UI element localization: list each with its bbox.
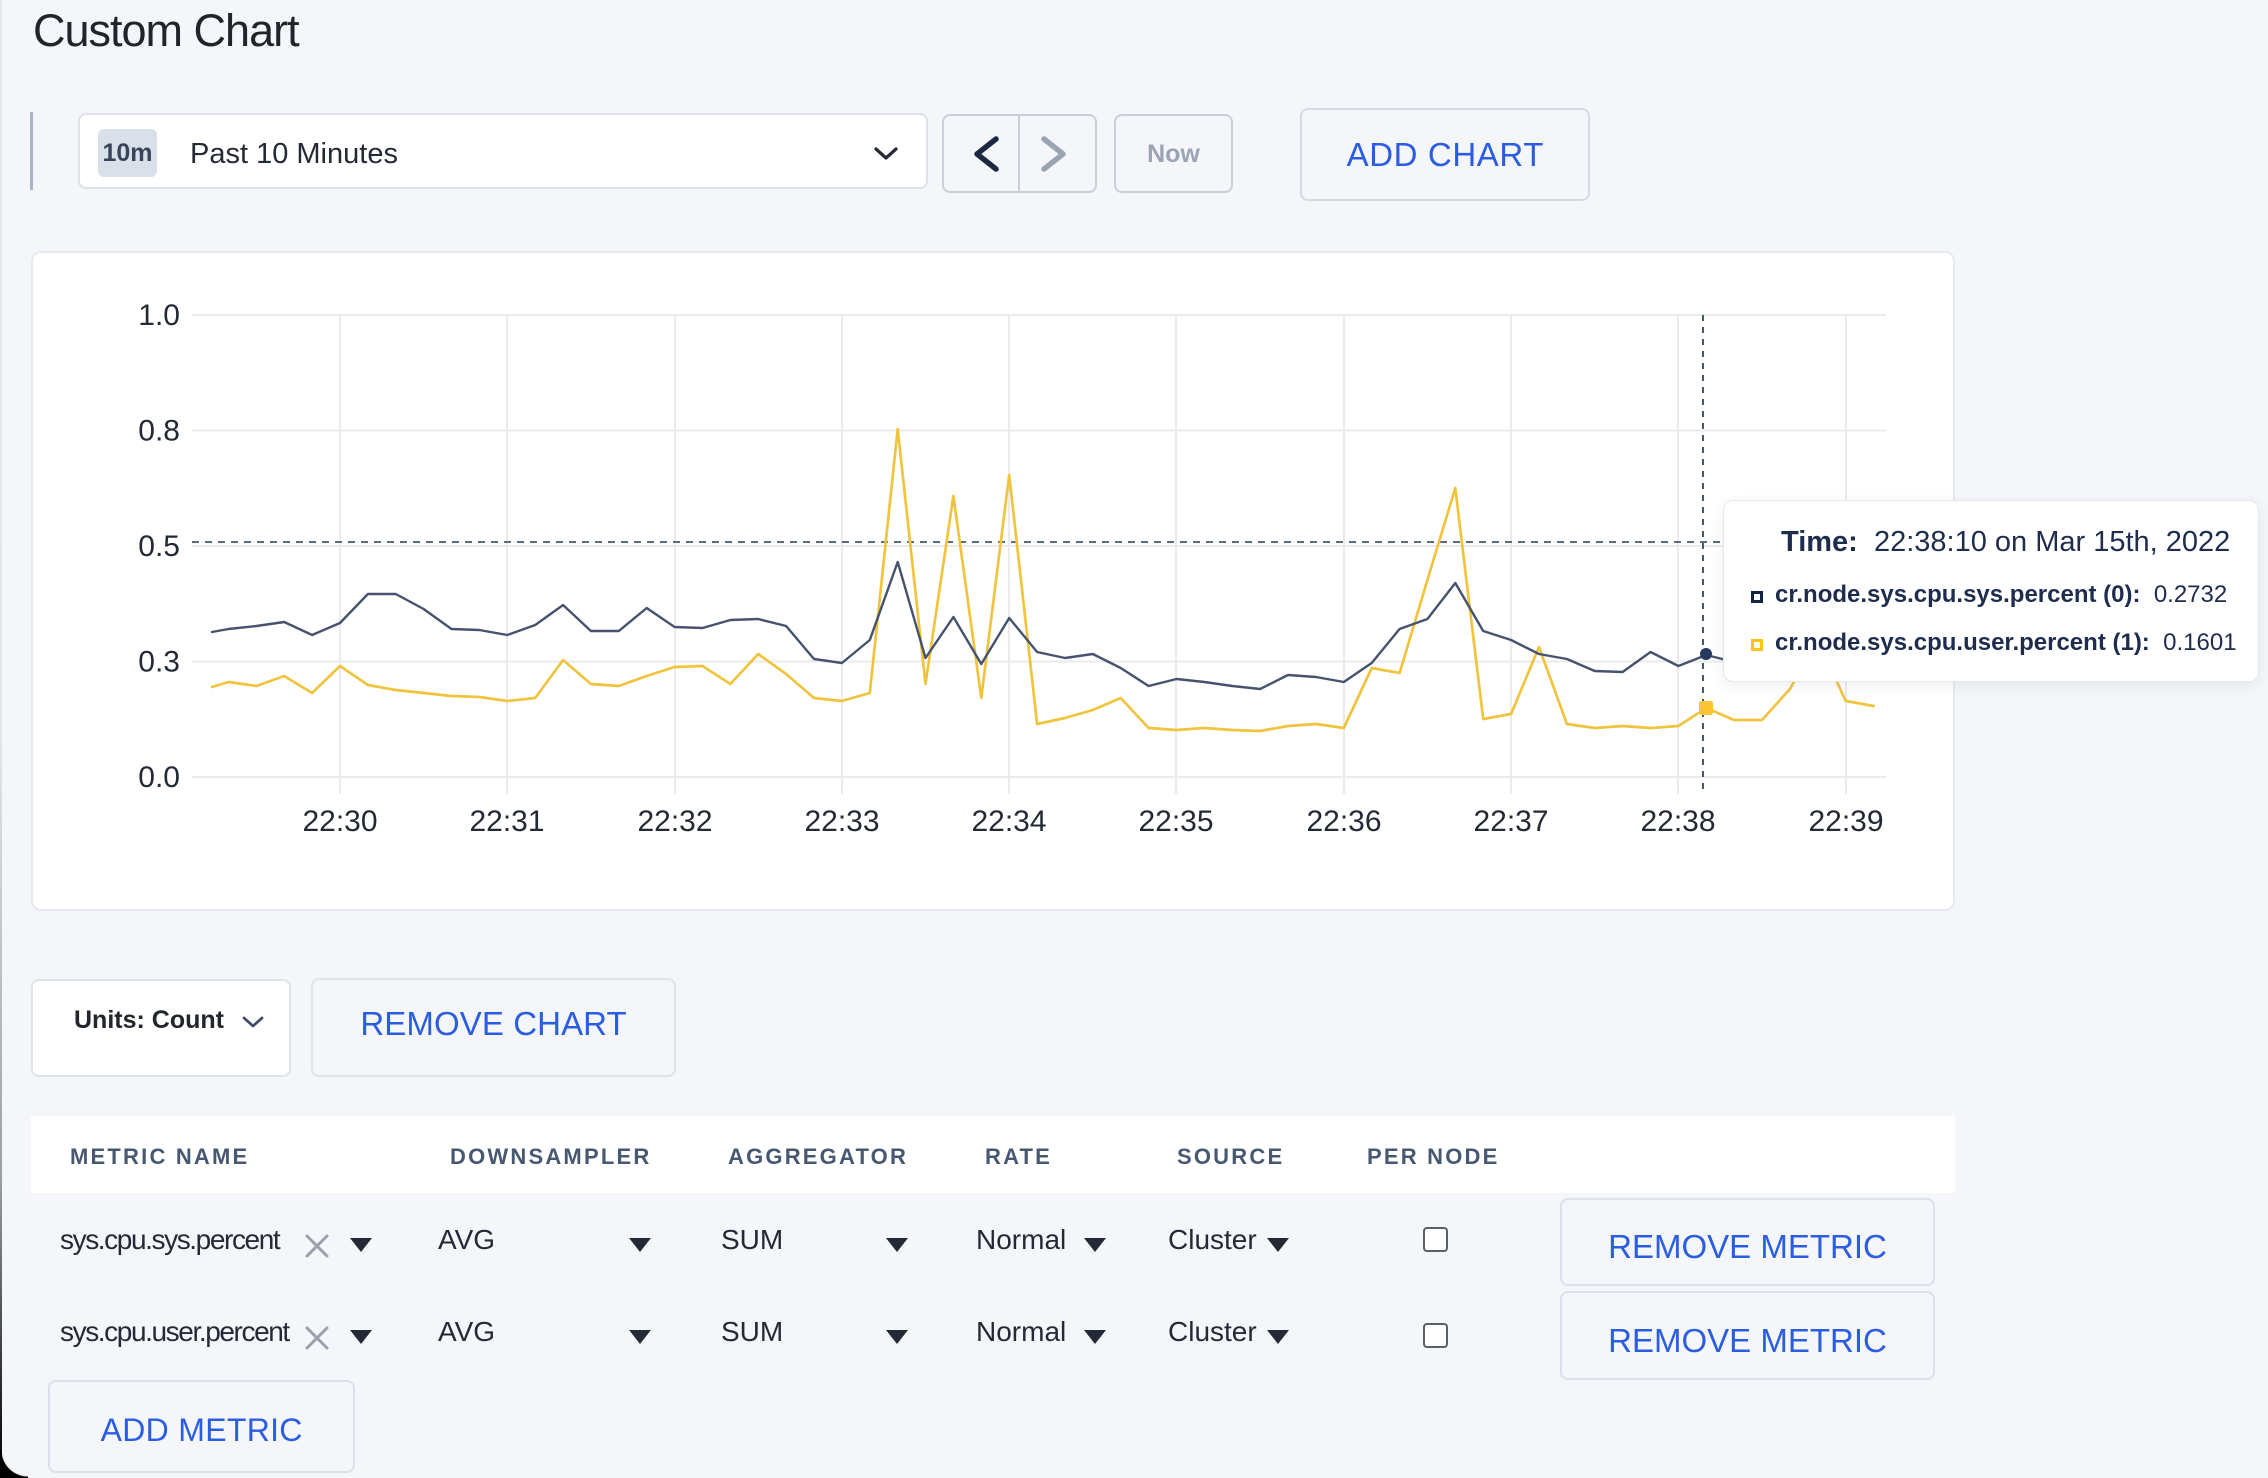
svg-text:22:30: 22:30 — [302, 805, 377, 838]
svg-text:0.5: 0.5 — [138, 530, 180, 563]
svg-text:22:38: 22:38 — [1640, 805, 1715, 838]
svg-text:22:35: 22:35 — [1138, 805, 1213, 838]
svg-text:22:32: 22:32 — [637, 805, 712, 838]
svg-text:22:39: 22:39 — [1808, 805, 1883, 838]
svg-text:0.8: 0.8 — [138, 415, 180, 448]
svg-text:0.3: 0.3 — [138, 646, 180, 679]
svg-text:22:31: 22:31 — [469, 805, 544, 838]
svg-text:22:37: 22:37 — [1473, 805, 1548, 838]
svg-text:1.0: 1.0 — [138, 299, 180, 332]
svg-text:22:33: 22:33 — [804, 805, 879, 838]
svg-text:22:34: 22:34 — [971, 805, 1046, 838]
svg-text:22:36: 22:36 — [1306, 805, 1381, 838]
svg-text:0.0: 0.0 — [138, 761, 180, 794]
